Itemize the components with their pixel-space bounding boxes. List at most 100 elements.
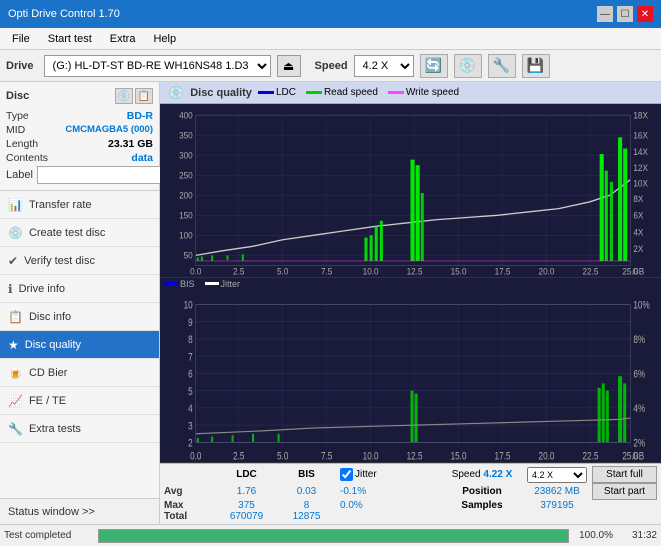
disc-section-title: Disc	[6, 90, 29, 102]
max-row: Max 375 8 0.0% Samples 379195	[164, 500, 657, 511]
contents-label: Contents	[6, 152, 48, 164]
svg-text:7: 7	[188, 351, 193, 364]
sidebar-item-disc-info[interactable]: 📋 Disc info	[0, 303, 159, 331]
speed-stat-value: 4.22 X	[483, 469, 512, 480]
transfer-rate-icon: 📊	[8, 198, 23, 212]
disc-quality-icon: ★	[8, 338, 19, 352]
total-ldc: 670079	[214, 511, 279, 522]
speed-label-text: Speed	[452, 469, 481, 480]
total-row: Total 670079 12875	[164, 511, 657, 522]
speed-label: Speed	[315, 60, 348, 72]
avg-ldc: 1.76	[214, 486, 279, 497]
nav-label-fe-te: FE / TE	[29, 395, 66, 407]
settings-button[interactable]: 🔧	[488, 54, 516, 78]
drive-select[interactable]: (G:) HL-DT-ST BD-RE WH16NS48 1.D3	[44, 55, 271, 77]
svg-text:17.5: 17.5	[495, 266, 511, 276]
mid-value: CMCMAGBA5 (000)	[65, 124, 153, 136]
svg-text:4: 4	[188, 402, 193, 415]
sidebar-item-disc-quality[interactable]: ★ Disc quality	[0, 331, 159, 359]
svg-text:7.5: 7.5	[321, 266, 333, 276]
svg-text:8%: 8%	[633, 333, 645, 346]
eject-button[interactable]: ⏏	[277, 55, 301, 77]
sidebar-item-verify-test-disc[interactable]: ✔ Verify test disc	[0, 247, 159, 275]
drive-label: Drive	[6, 60, 34, 72]
svg-text:18X: 18X	[633, 110, 648, 120]
svg-text:14X: 14X	[633, 147, 648, 157]
avg-jitter: -0.1%	[334, 486, 442, 497]
svg-text:3: 3	[188, 420, 193, 433]
stats-section: LDC BIS Jitter Speed 4.22 X 4.2 X Start …	[160, 463, 661, 524]
svg-text:17.5: 17.5	[495, 450, 511, 462]
drive-bar: Drive (G:) HL-DT-ST BD-RE WH16NS48 1.D3 …	[0, 50, 661, 82]
main-layout: Disc 💿 📋 Type BD-R MID CMCMAGBA5 (000) L…	[0, 82, 661, 524]
max-bis: 8	[279, 500, 334, 511]
progress-time: 31:32	[617, 530, 657, 541]
window-controls: — ☐ ✕	[597, 6, 653, 22]
start-full-button[interactable]: Start full	[592, 466, 657, 483]
svg-text:20.0: 20.0	[539, 266, 555, 276]
close-button[interactable]: ✕	[637, 6, 653, 22]
total-bis: 12875	[279, 511, 334, 522]
sidebar-item-drive-info[interactable]: ℹ Drive info	[0, 275, 159, 303]
svg-text:0.0: 0.0	[190, 266, 202, 276]
menu-help[interactable]: Help	[145, 31, 184, 47]
sidebar-item-fe-te[interactable]: 📈 FE / TE	[0, 387, 159, 415]
svg-text:22.5: 22.5	[582, 450, 598, 462]
svg-text:12.5: 12.5	[407, 450, 423, 462]
test-status: Test completed	[4, 530, 94, 541]
svg-text:2X: 2X	[633, 244, 643, 254]
svg-text:6%: 6%	[633, 368, 645, 381]
avg-label: Avg	[164, 486, 214, 497]
speed-select[interactable]: 4.2 X	[354, 55, 414, 77]
save-button[interactable]: 💾	[522, 54, 550, 78]
svg-text:15.0: 15.0	[451, 450, 467, 462]
extra-tests-icon: 🔧	[8, 422, 23, 436]
cd-bier-icon: 🍺	[8, 366, 23, 380]
disc-icon-1[interactable]: 💿	[115, 88, 133, 104]
svg-text:300: 300	[179, 150, 193, 160]
bis-col-header: BIS	[279, 469, 334, 480]
svg-text:6: 6	[188, 368, 193, 381]
start-full-cell: Start full	[592, 466, 657, 483]
minimize-button[interactable]: —	[597, 6, 613, 22]
speed-stat-header: Speed 4.22 X	[442, 469, 522, 480]
length-value: 23.31 GB	[108, 138, 153, 150]
svg-text:12X: 12X	[633, 162, 648, 172]
nav-label-disc-quality: Disc quality	[25, 339, 81, 351]
disc-icon-2[interactable]: 📋	[135, 88, 153, 104]
jitter-checkbox[interactable]	[340, 468, 353, 481]
charts-container: 400 350 300 250 200 150 100 50 18X 16X 1…	[160, 104, 661, 463]
menu-file[interactable]: File	[4, 31, 38, 47]
svg-text:5.0: 5.0	[277, 450, 289, 462]
menu-start-test[interactable]: Start test	[40, 31, 100, 47]
quality-header: 💿 Disc quality LDC Read speed Write spee…	[160, 82, 661, 104]
legend-lower: BIS Jitter	[160, 278, 661, 290]
svg-text:5.0: 5.0	[277, 266, 289, 276]
sidebar-item-create-test-disc[interactable]: 💿 Create test disc	[0, 219, 159, 247]
refresh-button[interactable]: 🔄	[420, 54, 448, 78]
nav-label-drive-info: Drive info	[19, 283, 65, 295]
svg-text:22.5: 22.5	[583, 266, 599, 276]
disc-button[interactable]: 💿	[454, 54, 482, 78]
status-window-button[interactable]: Status window >>	[0, 498, 159, 524]
samples-label-text: Samples	[442, 500, 522, 511]
speed-dropdown[interactable]: 4.2 X	[527, 467, 587, 483]
menu-extra[interactable]: Extra	[102, 31, 144, 47]
chart-upper: 400 350 300 250 200 150 100 50 18X 16X 1…	[160, 104, 661, 278]
svg-text:2: 2	[188, 437, 193, 450]
sidebar-item-extra-tests[interactable]: 🔧 Extra tests	[0, 415, 159, 443]
svg-text:0.0: 0.0	[190, 450, 202, 462]
sidebar-item-cd-bier[interactable]: 🍺 CD Bier	[0, 359, 159, 387]
create-test-disc-icon: 💿	[8, 226, 23, 240]
svg-text:10.0: 10.0	[363, 266, 379, 276]
maximize-button[interactable]: ☐	[617, 6, 633, 22]
nav-label-verify-test-disc: Verify test disc	[24, 255, 95, 267]
avg-row: Avg 1.76 0.03 -0.1% Position 23862 MB St…	[164, 483, 657, 500]
svg-text:12.5: 12.5	[407, 266, 423, 276]
start-part-button[interactable]: Start part	[592, 483, 657, 500]
sidebar-item-transfer-rate[interactable]: 📊 Transfer rate	[0, 191, 159, 219]
label-input[interactable]	[37, 166, 175, 184]
svg-text:50: 50	[184, 250, 193, 260]
position-label-text: Position	[442, 486, 522, 497]
svg-text:10: 10	[184, 299, 193, 312]
